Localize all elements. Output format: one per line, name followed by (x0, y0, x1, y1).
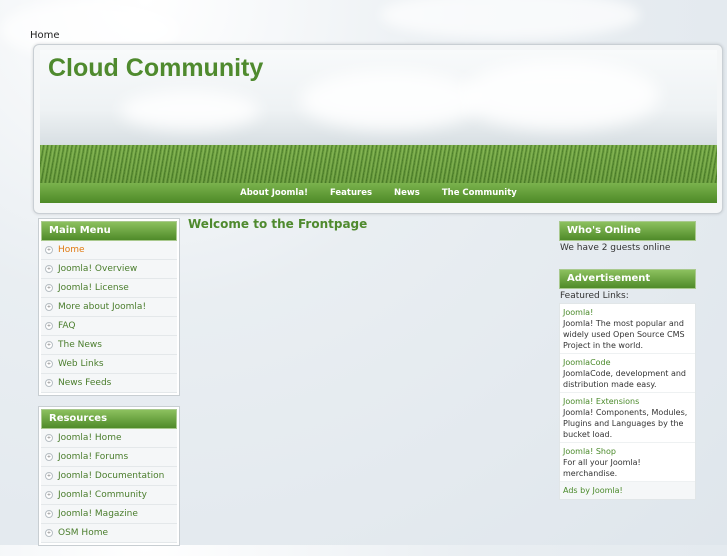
main-menu-module: Main Menu + Home + Joomla! Overview + Jooml… (38, 218, 180, 396)
plus-icon: + (45, 341, 53, 349)
plus-icon: + (45, 379, 53, 387)
site-title[interactable]: Cloud Community (48, 54, 263, 83)
resource-joomla-forums[interactable]: + Joomla! Forums (41, 448, 177, 467)
whos-online-module: Who's Online We have 2 guests online (557, 219, 698, 257)
whos-online-title: Who's Online (559, 221, 696, 241)
plus-icon: + (45, 529, 53, 537)
plus-icon: + (45, 322, 53, 330)
plus-icon: + (45, 303, 53, 311)
ad-link-extensions[interactable]: Joomla! Extensions (563, 396, 692, 407)
menu-item-overview[interactable]: + Joomla! Overview (41, 260, 177, 279)
ad-link-joomlacode[interactable]: JoomlaCode (563, 357, 692, 368)
ad-link-shop[interactable]: Joomla! Shop (563, 446, 692, 457)
plus-icon: + (45, 472, 53, 480)
plus-icon: + (45, 510, 53, 518)
ad-item: JoomlaCode JoomlaCode, development and d… (560, 354, 695, 393)
ad-description: Joomla! Components, Modules, Plugins and… (563, 408, 688, 439)
ad-description: JoomlaCode, development and distribution… (563, 369, 686, 389)
resource-osm-home[interactable]: + OSM Home (41, 524, 177, 543)
ads-list: Joomla! Joomla! The most popular and wid… (559, 303, 696, 500)
ad-link-joomla[interactable]: Joomla! (563, 307, 692, 318)
plus-icon: + (45, 284, 53, 292)
menu-item-faq[interactable]: + FAQ (41, 317, 177, 336)
plus-icon: + (45, 265, 53, 273)
ads-by-joomla-link[interactable]: Ads by Joomla! (560, 482, 695, 499)
ad-item: Joomla! Joomla! The most popular and wid… (560, 304, 695, 354)
nav-features[interactable]: Features (330, 188, 372, 198)
plus-icon: + (45, 491, 53, 499)
ad-description: Joomla! The most popular and widely used… (563, 319, 685, 350)
ad-item: Joomla! Shop For all your Joomla! mercha… (560, 443, 695, 482)
plus-icon: + (45, 434, 53, 442)
resources-title: Resources (41, 409, 177, 429)
left-column: Main Menu + Home + Joomla! Overview + Jooml… (38, 218, 180, 556)
menu-item-more-about[interactable]: + More about Joomla! (41, 298, 177, 317)
menu-item-license[interactable]: + Joomla! License (41, 279, 177, 298)
plus-icon: + (45, 453, 53, 461)
menu-item-web-links[interactable]: + Web Links (41, 355, 177, 374)
resource-joomla-documentation[interactable]: + Joomla! Documentation (41, 467, 177, 486)
plus-icon: + (45, 246, 53, 254)
resources-module: Resources + Joomla! Home + Joomla! Forums … (38, 406, 180, 546)
nav-about-joomla[interactable]: About Joomla! (240, 188, 308, 198)
grass-image (40, 145, 717, 183)
advertisement-module: Advertisement Featured Links: Joomla! Jo… (557, 267, 698, 502)
nav-news[interactable]: News (394, 188, 420, 198)
resource-joomla-home[interactable]: + Joomla! Home (41, 429, 177, 448)
nav-the-community[interactable]: The Community (442, 188, 517, 198)
right-column: Who's Online We have 2 guests online Adv… (557, 219, 698, 512)
page-title: Welcome to the Frontpage (188, 217, 368, 231)
featured-links-label: Featured Links: (560, 291, 629, 301)
plus-icon: + (45, 360, 53, 368)
resource-joomla-community[interactable]: + Joomla! Community (41, 486, 177, 505)
resource-joomla-magazine[interactable]: + Joomla! Magazine (41, 505, 177, 524)
breadcrumb[interactable]: Home (30, 30, 60, 41)
top-navigation: About Joomla! Features News The Communit… (40, 183, 717, 203)
main-menu-title: Main Menu (41, 221, 177, 241)
advertisement-title: Advertisement (559, 269, 696, 289)
menu-item-home[interactable]: + Home (41, 241, 177, 260)
menu-item-the-news[interactable]: + The News (41, 336, 177, 355)
ad-description: For all your Joomla! merchandise. (563, 458, 641, 478)
menu-item-news-feeds[interactable]: + News Feeds (41, 374, 177, 393)
whos-online-text: We have 2 guests online (560, 243, 671, 253)
ad-item: Joomla! Extensions Joomla! Components, M… (560, 393, 695, 443)
